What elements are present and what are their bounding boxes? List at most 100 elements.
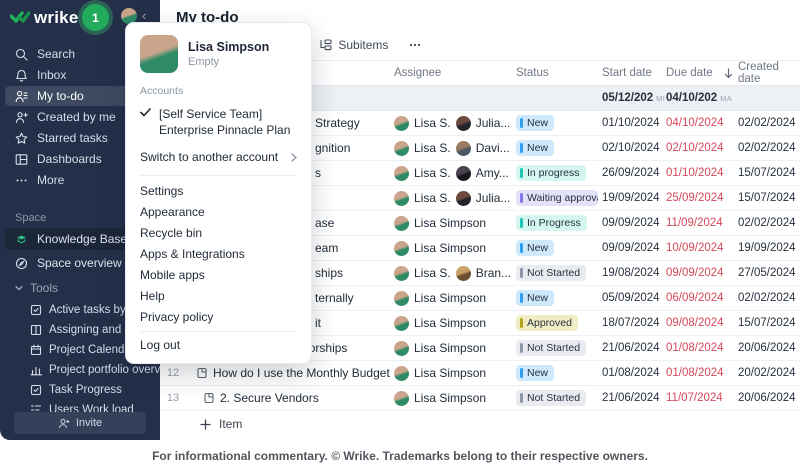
due-date[interactable]: 02/10/2024	[662, 142, 724, 154]
due-date[interactable]: 09/08/2024	[662, 317, 724, 329]
task-name[interactable]: ternally	[315, 291, 354, 305]
invite-button[interactable]: Invite	[14, 412, 146, 434]
notification-badge[interactable]: 1	[82, 4, 109, 31]
start-date[interactable]: 05/09/2024	[598, 292, 662, 304]
assignee-cell[interactable]: Lisa Simpson	[390, 365, 512, 381]
created-date[interactable]: 02/02/2024	[734, 217, 800, 229]
created-date[interactable]: 20/02/2024	[734, 367, 800, 379]
status-cell[interactable]: Not Started	[512, 265, 598, 281]
menu-item-recycle-bin[interactable]: Recycle bin	[126, 222, 311, 243]
created-date[interactable]: 15/07/2024	[734, 317, 800, 329]
created-date[interactable]: 02/02/2024	[734, 142, 800, 154]
menu-item-appearance[interactable]: Appearance	[126, 201, 311, 222]
menu-item-settings[interactable]: Settings	[126, 180, 311, 201]
task-name[interactable]: 2. Secure Vendors	[220, 391, 319, 405]
task-name[interactable]: ships	[315, 266, 343, 280]
assignee-cell[interactable]: Lisa Simpson	[390, 290, 512, 306]
due-date[interactable]: 10/09/2024	[662, 242, 724, 254]
my-todo-icon	[15, 90, 28, 103]
status-cell[interactable]: New	[512, 290, 598, 306]
start-date[interactable]: 19/08/2024	[598, 267, 662, 279]
assignee-cell[interactable]: Lisa S. Amy...	[390, 165, 512, 181]
assignee-cell[interactable]: Lisa Simpson	[390, 390, 512, 406]
due-date[interactable]: 11/07/2024	[662, 392, 723, 404]
more-button[interactable]	[408, 39, 422, 51]
collapse-sidebar-icon[interactable]: ‹	[142, 8, 146, 23]
due-date[interactable]: 01/10/2024	[662, 167, 724, 179]
due-date[interactable]: 01/08/2024	[662, 367, 724, 379]
status-bar	[520, 318, 523, 328]
menu-item-privacy-policy[interactable]: Privacy policy	[126, 306, 311, 327]
start-date[interactable]: 21/06/2024	[598, 342, 662, 354]
status-cell[interactable]: Approved	[512, 315, 598, 331]
col-due-date[interactable]: Due date	[662, 67, 720, 79]
subitems-button[interactable]: Subitems	[319, 38, 388, 52]
assignee-cell[interactable]: Lisa Simpson	[390, 340, 512, 356]
task-name[interactable]: Strategy	[315, 116, 360, 130]
start-date[interactable]: 18/07/2024	[598, 317, 662, 329]
task-row[interactable]: 13 2. Secure Vendors Lisa Simpson Not Start…	[160, 386, 800, 411]
start-date[interactable]: 01/08/2024	[598, 367, 662, 379]
menu-item-mobile-apps[interactable]: Mobile apps	[126, 264, 311, 285]
start-date[interactable]: 02/10/2024	[598, 142, 662, 154]
task-name[interactable]: eam	[315, 241, 338, 255]
task-name[interactable]: How do I use the Monthly Budget Trac	[213, 366, 390, 380]
assignee-cell[interactable]: Lisa S. Davi...	[390, 140, 512, 156]
due-date[interactable]: 01/08/2024	[662, 342, 724, 354]
menu-item-help[interactable]: Help	[126, 285, 311, 306]
task-name[interactable]: ase	[315, 216, 334, 230]
due-date[interactable]: 09/09/2024	[662, 267, 724, 279]
due-date[interactable]: 25/09/2024	[662, 192, 724, 204]
assignee-cell[interactable]: Lisa S. Bran...	[390, 265, 512, 281]
due-date[interactable]: 04/10/2024	[662, 117, 724, 129]
status-cell[interactable]: Not Started	[512, 340, 598, 356]
created-date[interactable]: 20/06/2024	[734, 342, 800, 354]
created-date[interactable]: 15/07/2024	[734, 192, 800, 204]
assignee-cell[interactable]: Lisa S. Julia...	[390, 115, 512, 131]
task-name[interactable]: it	[315, 316, 321, 330]
start-date[interactable]: 01/10/2024	[598, 117, 662, 129]
status-cell[interactable]: New	[512, 365, 598, 381]
task-name[interactable]: s	[315, 166, 321, 180]
col-created-date[interactable]: Created date	[734, 61, 800, 85]
assignee-cell[interactable]: Lisa Simpson	[390, 240, 512, 256]
col-start-date[interactable]: Start date	[598, 67, 662, 79]
status-cell[interactable]: In progress	[512, 165, 598, 181]
start-date[interactable]: 21/06/2024	[598, 392, 662, 404]
menu-item-log-out[interactable]: Log out	[126, 336, 311, 357]
start-date[interactable]: 19/09/2024	[598, 192, 662, 204]
due-date[interactable]: 06/09/2024	[662, 292, 724, 304]
status-cell[interactable]: New	[512, 140, 598, 156]
add-item-button[interactable]: Item	[160, 411, 800, 437]
created-date[interactable]: 02/02/2024	[734, 117, 800, 129]
col-status[interactable]: Status	[512, 67, 598, 79]
assignee-cell[interactable]: Lisa Simpson	[390, 215, 512, 231]
status-cell[interactable]: Not Started	[512, 390, 598, 406]
assignee-cell[interactable]: Lisa Simpson	[390, 315, 512, 331]
start-date[interactable]: 26/09/2024	[598, 167, 662, 179]
status-cell[interactable]: New	[512, 115, 598, 131]
status-cell[interactable]: In Progress	[512, 215, 598, 231]
created-date[interactable]: 15/07/2024	[734, 167, 800, 179]
sort-desc-icon[interactable]	[720, 67, 734, 79]
summary-start-date: 05/12/202 MI	[602, 92, 666, 104]
created-date[interactable]: 27/05/2024	[734, 267, 800, 279]
task-doc-icon	[203, 392, 215, 404]
task-name[interactable]: gnition	[315, 141, 350, 155]
assignee-cell[interactable]: Lisa S. Julia...	[390, 190, 512, 206]
start-date[interactable]: 09/09/2024	[598, 217, 662, 229]
sidebar-tool-task-progress[interactable]: Task Progress	[0, 380, 160, 400]
due-date[interactable]: 11/09/2024	[662, 217, 723, 229]
created-date[interactable]: 20/06/2024	[734, 392, 800, 404]
col-assignee[interactable]: Assignee	[390, 67, 512, 79]
created-date[interactable]: 19/09/2024	[734, 242, 800, 254]
start-date[interactable]: 09/09/2024	[598, 242, 662, 254]
menu-item-switch-account[interactable]: Switch to another account	[126, 143, 311, 171]
menu-item-apps-integrations[interactable]: Apps & Integrations	[126, 243, 311, 264]
created-date[interactable]: 02/02/2024	[734, 292, 800, 304]
status-cell[interactable]: Waiting approva	[512, 190, 598, 206]
menu-item-current-account[interactable]: [Self Service Team] Enterprise Pinnacle …	[126, 101, 311, 143]
task-row[interactable]: 12 How do I use the Monthly Budget Trac Li…	[160, 361, 800, 386]
status-cell[interactable]: New	[512, 240, 598, 256]
status-bar	[520, 293, 523, 303]
